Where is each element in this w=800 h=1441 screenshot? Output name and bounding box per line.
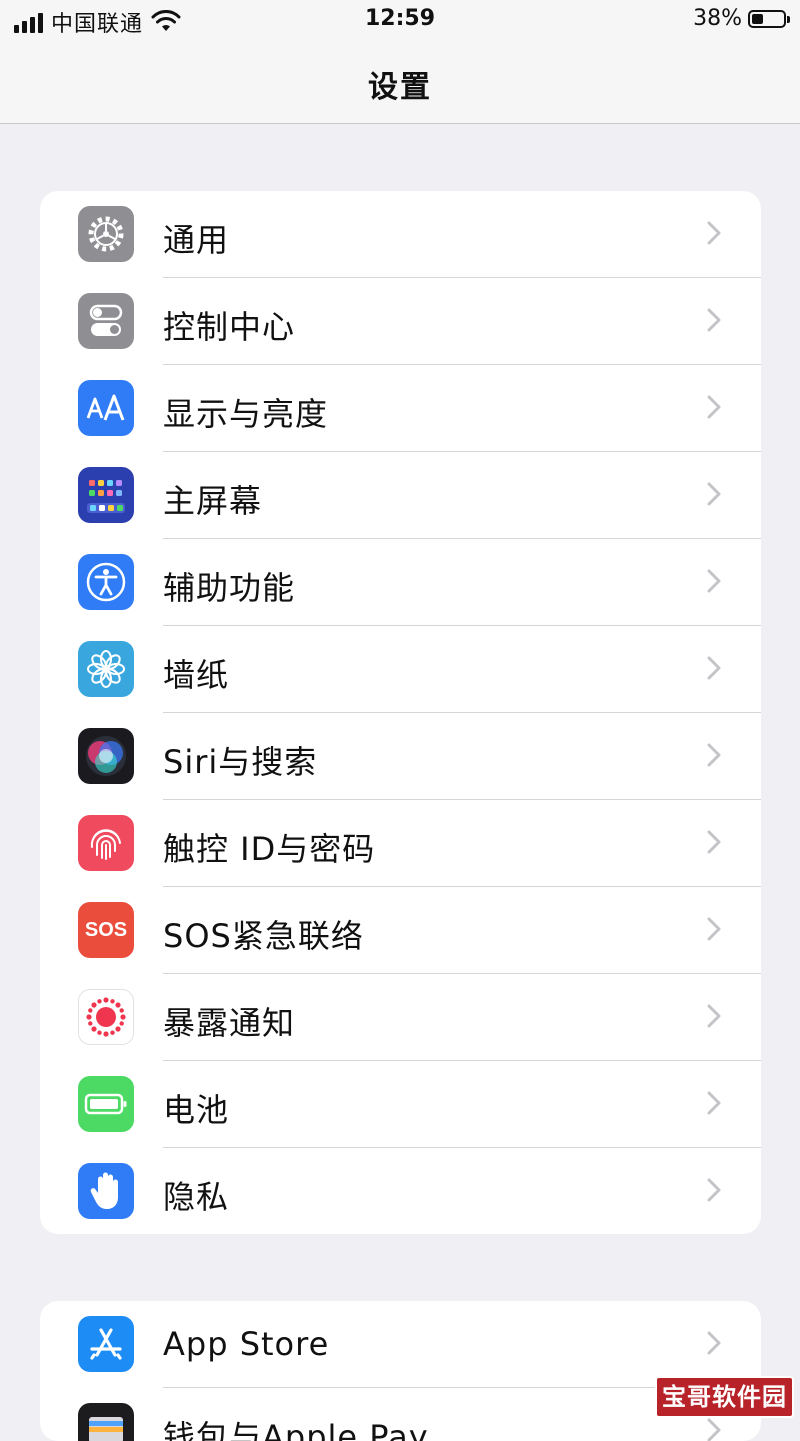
row-label: 电池 [163, 1091, 230, 1129]
status-bar: 中国联通 12:59 38% [0, 0, 800, 44]
chevron-right-icon [707, 1091, 721, 1115]
chevron-right-icon [707, 656, 721, 680]
toggles-icon [78, 293, 134, 349]
display-aa-icon [78, 380, 134, 436]
chevron-right-icon [707, 395, 721, 419]
sos-icon: SOS [78, 902, 134, 958]
row-label: SOS紧急联络 [163, 917, 364, 955]
watermark-logo: 宝哥软件园 [655, 1376, 794, 1418]
chevron-right-icon [707, 308, 721, 332]
settings-row-privacy[interactable]: 隐私 [40, 1148, 761, 1234]
battery-fill [752, 13, 763, 24]
chevron-right-icon [707, 1418, 721, 1441]
settings-row-siri-search[interactable]: Siri与搜索 [40, 713, 761, 800]
row-label: 主屏幕 [163, 482, 263, 520]
chevron-right-icon [707, 1331, 721, 1355]
chevron-right-icon [707, 569, 721, 593]
chevron-right-icon [707, 1178, 721, 1202]
chevron-right-icon [707, 482, 721, 506]
settings-row-emergency-sos[interactable]: SOS SOS紧急联络 [40, 887, 761, 974]
home-screen-icon [78, 467, 134, 523]
settings-row-battery[interactable]: 电池 [40, 1061, 761, 1148]
settings-row-touch-id-passcode[interactable]: 触控 ID与密码 [40, 800, 761, 887]
sos-icon-text: SOS [84, 918, 128, 941]
gear-icon [78, 206, 134, 262]
settings-row-wallpaper[interactable]: 墙纸 [40, 626, 761, 713]
row-label: 辅助功能 [163, 569, 296, 607]
settings-group-apps: App Store 钱包与Apple Pay [40, 1301, 761, 1441]
battery-status-icon [748, 9, 790, 28]
settings-row-app-store[interactable]: App Store [40, 1301, 761, 1388]
row-label: 通用 [163, 221, 230, 259]
row-label: Siri与搜索 [163, 743, 318, 781]
chevron-right-icon [707, 743, 721, 767]
row-label: 暴露通知 [163, 1004, 296, 1042]
settings-row-display-brightness[interactable]: 显示与亮度 [40, 365, 761, 452]
hand-icon [78, 1163, 134, 1219]
settings-group-main: 通用 控制中心 显示与亮度 主屏幕 辅助功能 墙纸 Siri与搜索 触控 ID与… [40, 191, 761, 1234]
fingerprint-icon [78, 815, 134, 871]
row-label: 墙纸 [163, 656, 230, 694]
clock: 12:59 [364, 6, 436, 31]
wallet-icon [78, 1403, 134, 1441]
settings-row-wallet[interactable]: 钱包与Apple Pay [40, 1388, 761, 1441]
row-label: 隐私 [163, 1178, 230, 1216]
battery-percent: 38% [693, 6, 742, 31]
settings-row-control-center[interactable]: 控制中心 [40, 278, 761, 365]
page-title: 设置 [368, 70, 432, 105]
navigation-bar: 设置 [0, 44, 800, 124]
row-label: 显示与亮度 [163, 395, 329, 433]
chevron-right-icon [707, 221, 721, 245]
row-label: 钱包与Apple Pay [163, 1418, 429, 1441]
status-right: 38% [693, 6, 790, 31]
battery-icon [78, 1076, 134, 1132]
row-label: 触控 ID与密码 [163, 830, 376, 868]
row-label: App Store [163, 1325, 330, 1363]
settings-row-exposure-notifications[interactable]: 暴露通知 [40, 974, 761, 1061]
chevron-right-icon [707, 1004, 721, 1028]
settings-row-general[interactable]: 通用 [40, 191, 761, 278]
app-store-icon [78, 1316, 134, 1372]
accessibility-icon [78, 554, 134, 610]
flower-icon [78, 641, 134, 697]
exposure-icon [78, 989, 134, 1045]
settings-row-accessibility[interactable]: 辅助功能 [40, 539, 761, 626]
siri-icon [78, 728, 134, 784]
chevron-right-icon [707, 830, 721, 854]
row-label: 控制中心 [163, 308, 296, 346]
settings-row-home-screen[interactable]: 主屏幕 [40, 452, 761, 539]
chevron-right-icon [707, 917, 721, 941]
